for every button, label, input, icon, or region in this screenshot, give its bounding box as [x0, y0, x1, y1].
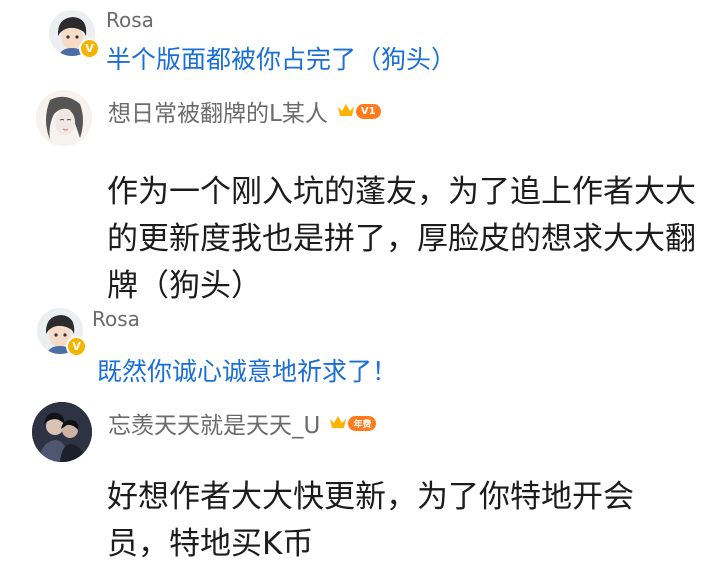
member-badge: 年费 — [348, 415, 377, 431]
username[interactable]: Rosa — [92, 307, 140, 331]
crown-icon — [337, 102, 355, 121]
avatar[interactable] — [36, 90, 92, 146]
username[interactable]: Rosa — [106, 8, 154, 32]
verified-icon: V — [79, 38, 100, 59]
reply-text: 半个版面都被你占完了（狗头） — [106, 45, 457, 74]
user-header: 忘羡天天就是天天_U 年费 — [108, 406, 377, 440]
comment-l-user: 想日常被翻牌的L某人 V1 作为一个刚入坑的蓬友，为了追上作者大大的更新度我也是… — [0, 80, 720, 305]
comment-rosa-1: V Rosa 半个版面都被你占完了（狗头） — [0, 0, 720, 80]
user-header: 想日常被翻牌的L某人 V1 — [108, 94, 381, 128]
crown-icon — [329, 414, 347, 433]
username[interactable]: 想日常被翻牌的L某人 — [108, 101, 328, 127]
comment-text: 作为一个刚入坑的蓬友，为了追上作者大大的更新度我也是拼了，厚脸皮的想求大大翻牌（… — [107, 174, 696, 304]
verified-icon: V — [66, 336, 87, 357]
dark-couple-avatar-icon — [32, 402, 92, 462]
comment-text: 好想作者大大快更新，为了你特地开会员，特地买K币 — [107, 479, 634, 562]
comment-rosa-2: V Rosa 既然你诚心诚意地祈求了！ — [0, 300, 720, 386]
sketch-girl-avatar-icon — [36, 90, 92, 146]
username[interactable]: 忘羡天天就是天天_U — [108, 413, 320, 439]
comment-wangxian-user: 忘羡天天就是天天_U 年费 好想作者大大快更新，为了你特地开会员，特地买K币 — [0, 390, 720, 563]
avatar[interactable] — [32, 402, 92, 462]
reply-text: 既然你诚心诚意地祈求了！ — [97, 357, 398, 386]
member-badge: V1 — [355, 103, 381, 119]
